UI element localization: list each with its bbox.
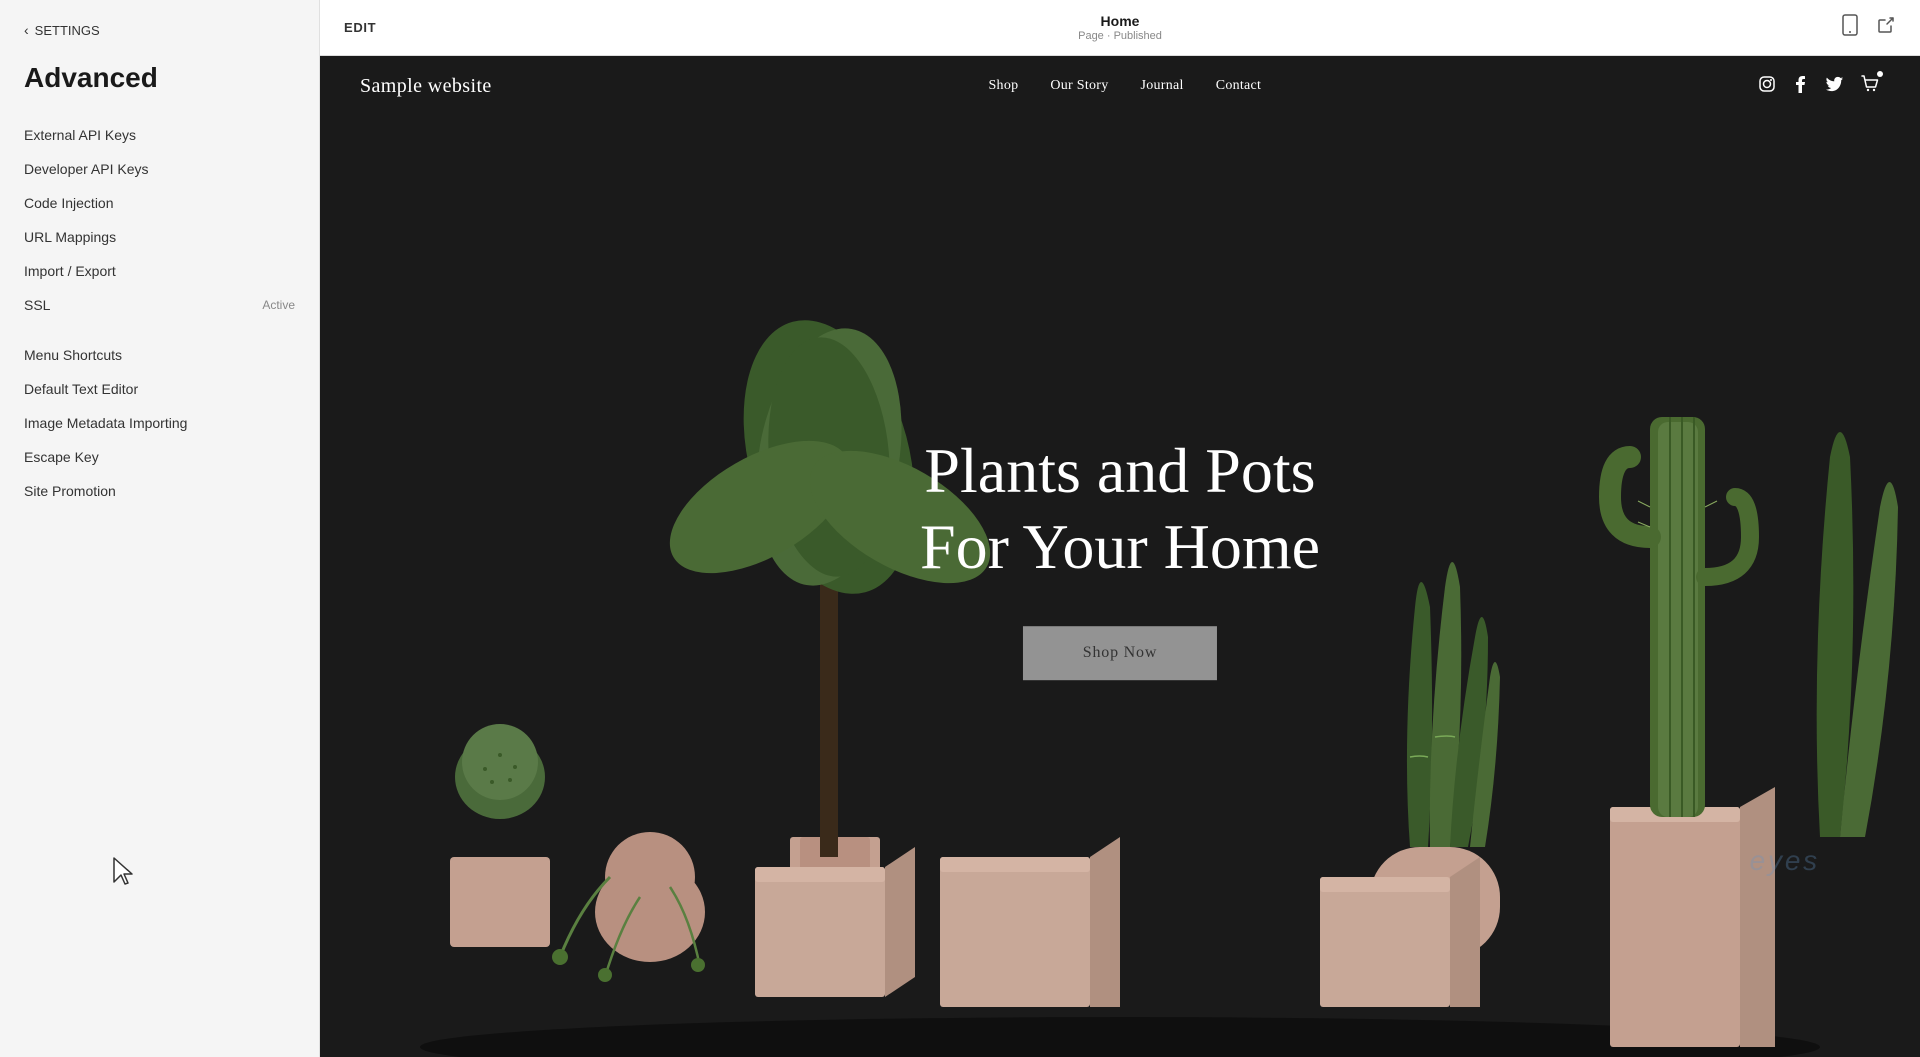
back-arrow-icon: ‹ <box>24 22 29 38</box>
topbar-center: Home Page · Published <box>1078 13 1162 42</box>
hero-content: Plants and Pots For Your Home Shop Now <box>920 433 1320 681</box>
page-title: Home <box>1078 13 1162 30</box>
site-nav-contact[interactable]: Contact <box>1216 78 1262 94</box>
mobile-preview-icon[interactable] <box>1840 14 1860 41</box>
sidebar-item-default-text-editor[interactable]: Default Text Editor <box>0 372 319 406</box>
cursor-icon <box>110 854 142 897</box>
site-nav-our-story[interactable]: Our Story <box>1050 78 1108 94</box>
nav-item-label: Code Injection <box>24 195 114 211</box>
nav-item-label: SSL <box>24 297 50 313</box>
site-nav-journal[interactable]: Journal <box>1141 78 1184 94</box>
sidebar-item-ssl[interactable]: SSL Active <box>0 288 319 322</box>
sidebar-item-image-metadata[interactable]: Image Metadata Importing <box>0 406 319 440</box>
hero-title: Plants and Pots For Your Home <box>920 433 1320 587</box>
sidebar-item-site-promotion[interactable]: Site Promotion <box>0 474 319 508</box>
nav-item-label: Escape Key <box>24 449 99 465</box>
sidebar-item-menu-shortcuts[interactable]: Menu Shortcuts <box>0 338 319 372</box>
sidebar-item-external-api-keys[interactable]: External API Keys <box>0 118 319 152</box>
twitter-icon[interactable] <box>1826 75 1844 98</box>
nav-divider <box>0 322 319 338</box>
ssl-active-badge: Active <box>262 298 295 312</box>
sidebar-item-escape-key[interactable]: Escape Key <box>0 440 319 474</box>
nav-item-label: Developer API Keys <box>24 161 149 177</box>
watermark: eyes <box>1750 845 1820 877</box>
cart-badge <box>1877 71 1883 77</box>
nav-item-label: URL Mappings <box>24 229 116 245</box>
sidebar-item-developer-api-keys[interactable]: Developer API Keys <box>0 152 319 186</box>
site-social-icons <box>1758 74 1880 99</box>
sidebar-item-url-mappings[interactable]: URL Mappings <box>0 220 319 254</box>
nav-item-label: Site Promotion <box>24 483 116 499</box>
sidebar-item-code-injection[interactable]: Code Injection <box>0 186 319 220</box>
site-menu: Shop Our Story Journal Contact <box>988 78 1261 94</box>
nav-item-label: Import / Export <box>24 263 116 279</box>
sidebar-item-import-export[interactable]: Import / Export <box>0 254 319 288</box>
topbar-right-controls <box>1840 14 1896 41</box>
external-link-icon[interactable] <box>1876 15 1896 40</box>
nav-item-label: Menu Shortcuts <box>24 347 122 363</box>
facebook-icon[interactable] <box>1792 75 1810 98</box>
topbar: EDIT Home Page · Published <box>320 0 1920 56</box>
cart-icon[interactable] <box>1860 74 1880 99</box>
sidebar: ‹ SETTINGS Advanced External API Keys De… <box>0 0 320 1057</box>
site-preview: eyes Sample website Shop Our Story Journ… <box>320 56 1920 1057</box>
site-navigation: Sample website Shop Our Story Journal Co… <box>320 56 1920 116</box>
page-subtitle: Page · Published <box>1078 30 1162 42</box>
settings-back-label: SETTINGS <box>35 23 100 38</box>
sidebar-navigation: External API Keys Developer API Keys Cod… <box>0 118 319 524</box>
sidebar-title: Advanced <box>0 54 319 118</box>
settings-back-button[interactable]: ‹ SETTINGS <box>0 0 319 54</box>
nav-item-label: External API Keys <box>24 127 136 143</box>
nav-item-label: Image Metadata Importing <box>24 415 187 431</box>
shop-now-button[interactable]: Shop Now <box>1023 626 1217 680</box>
site-nav-shop[interactable]: Shop <box>988 78 1018 94</box>
main-area: EDIT Home Page · Published <box>320 0 1920 1057</box>
edit-button[interactable]: EDIT <box>344 20 376 35</box>
site-logo: Sample website <box>360 75 492 98</box>
instagram-icon[interactable] <box>1758 75 1776 98</box>
nav-item-label: Default Text Editor <box>24 381 138 397</box>
